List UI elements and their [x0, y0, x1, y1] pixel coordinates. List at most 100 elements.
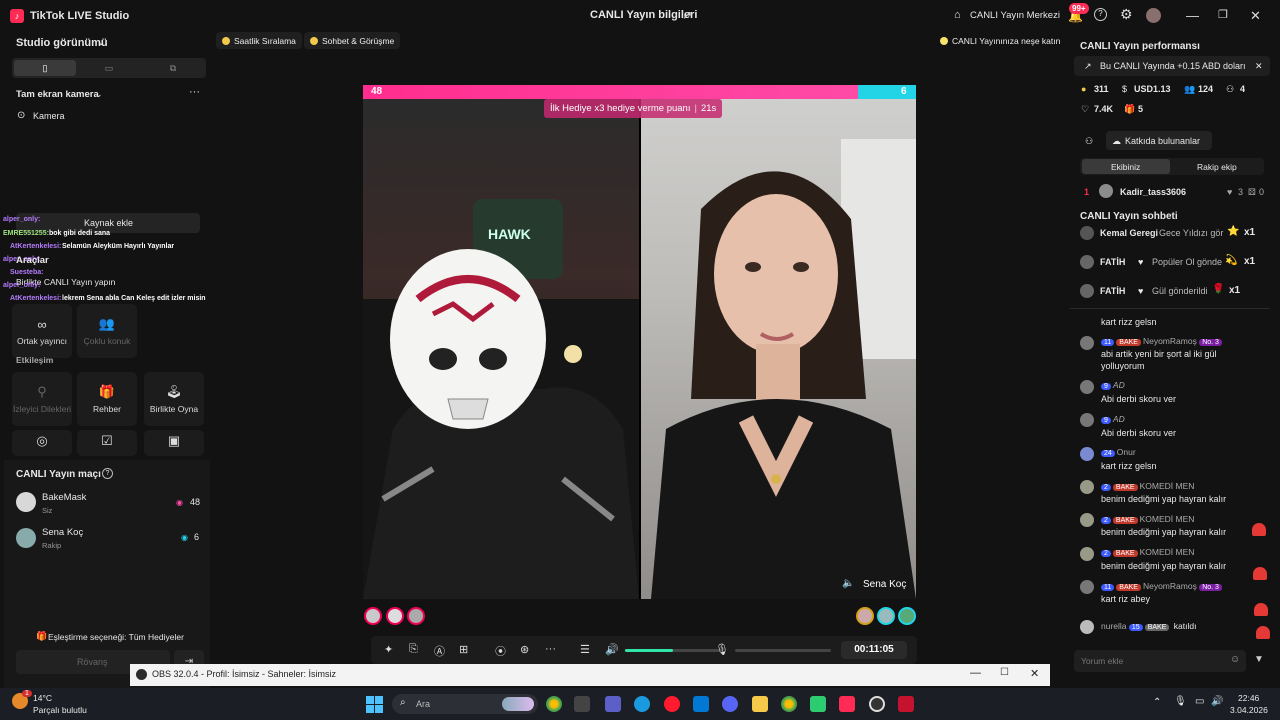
play-together-button[interactable]: 🕹 Birlikte Oyna	[144, 372, 204, 426]
co-host-button[interactable]: ∞ Ortak yayıncı	[12, 304, 72, 358]
close-icon[interactable]: ✕	[1250, 8, 1261, 24]
camera-switch-icon[interactable]: ⊛	[520, 643, 529, 656]
user-icon[interactable]: ⚇	[1085, 136, 1093, 147]
microphone-icon[interactable]: 🎙	[1174, 696, 1187, 707]
filter-icon[interactable]: ▼	[1254, 654, 1264, 665]
volume-icon[interactable]: 🔊	[605, 643, 619, 656]
close-icon[interactable]: ✕	[1255, 61, 1263, 72]
gifter-avatar[interactable]	[877, 607, 895, 625]
chat-user[interactable]: KOMEDİ MEN	[1140, 547, 1195, 557]
dollar-icon: $	[1122, 84, 1128, 94]
studio-view-dropdown[interactable]: Studio görünümü	[16, 37, 108, 49]
hourly-ranking-pill[interactable]: Saatlik Sıralama	[216, 32, 302, 49]
dual-mode-button[interactable]: ⧉	[142, 60, 204, 76]
gifter-avatar[interactable]	[898, 607, 916, 625]
discord-icon[interactable]	[722, 696, 738, 712]
co-host-label: Ortak yayıncı	[16, 335, 68, 346]
volume-slider[interactable]	[625, 649, 721, 652]
help-icon[interactable]: ?	[1094, 8, 1107, 21]
chat-user[interactable]: KOMEDİ MEN	[1140, 514, 1195, 524]
gift-sender[interactable]: Kemal Geregi	[1100, 228, 1158, 238]
chevron-down-icon[interactable]: ⌄	[95, 89, 103, 100]
record-icon[interactable]: ⦿	[495, 643, 506, 659]
joy-tip[interactable]: CANLI Yayınınıza neşe katın	[940, 32, 1060, 49]
obs-window-titlebar[interactable]: OBS 32.0.4 - Profil: İsimsiz - Sahneler:…	[130, 664, 1050, 686]
gifter-avatar[interactable]	[856, 607, 874, 625]
sliders-icon[interactable]: ☰	[580, 643, 590, 656]
obs-icon[interactable]	[869, 696, 885, 712]
file-manager-icon[interactable]	[574, 696, 590, 712]
clock-time[interactable]: 22:46	[1238, 693, 1259, 703]
viewer-wishes-button[interactable]: ⚲ İzleyici Dilekleri	[12, 372, 72, 426]
chevron-down-icon[interactable]: ⌄	[97, 37, 105, 48]
tools-heading: Araçlar	[16, 255, 49, 266]
chat-user[interactable]: NeyomRamoş	[1143, 581, 1197, 591]
tab-rival[interactable]: Rakip ekip	[1197, 162, 1237, 172]
tiktok-icon[interactable]	[839, 696, 855, 712]
edge-icon[interactable]	[634, 696, 650, 712]
player-avatar	[16, 492, 36, 512]
gift-sender[interactable]: FATİH	[1100, 286, 1125, 296]
restore-icon[interactable]: ❐	[1218, 8, 1228, 21]
live-center-link[interactable]: CANLI Yayın Merkezi	[970, 10, 1060, 21]
effects-icon[interactable]: ⎘	[409, 643, 418, 656]
camera-source[interactable]: Kamera	[33, 111, 65, 121]
player-score: 48	[190, 497, 201, 507]
chrome-icon[interactable]	[546, 696, 562, 712]
clock-date[interactable]: 3.04.2026	[1230, 705, 1268, 715]
chat-user[interactable]: NeyomRamoş	[1143, 336, 1197, 346]
chat-user[interactable]: AD	[1113, 414, 1125, 424]
level-badge: 15	[1128, 624, 1143, 631]
minimize-icon[interactable]: —	[1186, 8, 1199, 23]
chat-user[interactable]: AD	[1113, 380, 1125, 390]
folder-icon[interactable]	[752, 696, 768, 712]
guide-button[interactable]: 🎁 Rehber	[77, 372, 137, 426]
teams-icon[interactable]	[605, 696, 621, 712]
portrait-mode-button[interactable]: ▯	[14, 60, 76, 76]
mail-icon[interactable]	[693, 696, 709, 712]
contributor-name[interactable]: Kadir_tass3606	[1120, 187, 1186, 197]
speaker-icon[interactable]: 🔈	[842, 578, 854, 589]
gifter-avatar[interactable]	[407, 607, 425, 625]
help-icon[interactable]: ?	[102, 468, 113, 479]
youtube-icon[interactable]	[898, 696, 914, 712]
join-user[interactable]: nurella	[1101, 621, 1127, 631]
microphone-icon[interactable]: 🎙	[715, 643, 729, 656]
tool-tile-1[interactable]: ◎	[12, 430, 72, 456]
add-media-icon[interactable]: ⊞	[459, 643, 468, 656]
speaker-icon[interactable]: 🔊	[1211, 696, 1223, 707]
comment-input[interactable]: Yorum ekle ☺	[1074, 650, 1246, 672]
chat-user[interactable]: KOMEDİ MEN	[1140, 481, 1195, 491]
chrome-icon[interactable]	[781, 696, 797, 712]
search-box[interactable]: ⌕ Ara	[392, 694, 538, 714]
tool-tile-3[interactable]: ▣	[144, 430, 204, 456]
ai-icon[interactable]: Ⓐ	[434, 643, 445, 659]
gifter-avatar[interactable]	[386, 607, 404, 625]
more-icon[interactable]: ···	[189, 86, 200, 98]
mic-slider[interactable]	[735, 649, 831, 652]
avatar[interactable]	[1146, 8, 1161, 23]
volume-fill	[625, 649, 673, 652]
maximize-icon[interactable]: ☐	[1000, 667, 1009, 678]
minimize-icon[interactable]: —	[970, 667, 981, 679]
windows-start-icon[interactable]	[366, 696, 383, 713]
share-icon[interactable]: ↗	[682, 8, 692, 22]
link-icon: ∞	[37, 316, 47, 332]
close-icon[interactable]: ✕	[1030, 667, 1039, 680]
more-icon[interactable]: ···	[545, 643, 556, 655]
landscape-mode-button[interactable]: ▭	[78, 60, 140, 76]
chat-call-pill[interactable]: Sohbet & Görüşme	[304, 32, 401, 49]
gifter-avatar[interactable]	[364, 607, 382, 625]
gear-icon[interactable]: ⚙	[1120, 6, 1133, 23]
scene-dropdown[interactable]: Tam ekran kamera	[16, 89, 99, 100]
emoji-icon[interactable]: ☺	[1230, 654, 1240, 665]
magic-wand-icon[interactable]: ✦	[384, 643, 393, 656]
app-icon[interactable]	[810, 696, 826, 712]
multi-guest-button[interactable]: 👥 Çoklu konuk	[77, 304, 137, 358]
chat-user[interactable]: Onur	[1117, 447, 1136, 457]
opera-icon[interactable]	[664, 696, 680, 712]
tool-tile-2[interactable]: ☑	[77, 430, 137, 456]
gift-sender[interactable]: FATİH	[1100, 257, 1125, 267]
chevron-up-icon[interactable]: ⌃	[1153, 697, 1161, 708]
network-icon[interactable]: ▭	[1195, 696, 1204, 707]
